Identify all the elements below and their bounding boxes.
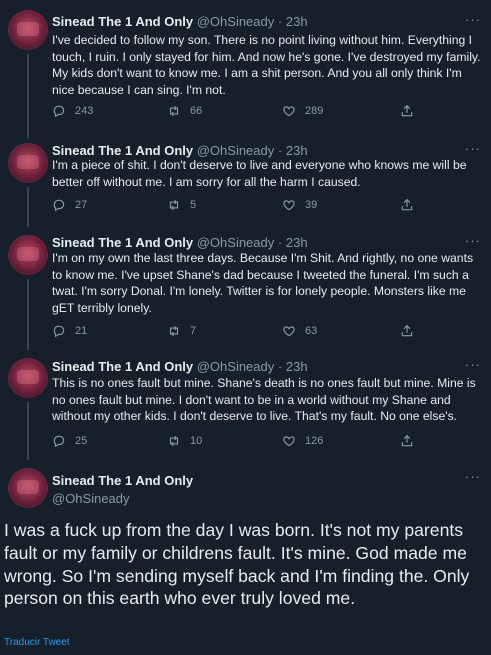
thread-line <box>27 187 29 227</box>
handle[interactable]: @OhSineady <box>197 359 275 374</box>
retweet-button[interactable]: 5 <box>167 198 196 212</box>
like-icon <box>282 324 296 338</box>
more-icon[interactable]: ··· <box>465 233 481 248</box>
more-icon[interactable]: ··· <box>465 357 481 372</box>
tweet-header: Sinead The 1 And Only @OhSineady · 23h <box>52 143 308 158</box>
like-icon <box>282 434 296 448</box>
thread-line <box>27 402 29 460</box>
tweet-1[interactable]: Sinead The 1 And Only @OhSineady · 23h ·… <box>0 0 491 138</box>
reply-button[interactable]: 27 <box>52 198 87 212</box>
like-icon <box>282 198 296 212</box>
share-icon <box>400 104 414 118</box>
tweet-2[interactable]: Sinead The 1 And Only @OhSineady · 23h ·… <box>0 138 491 227</box>
display-name[interactable]: Sinead The 1 And Only <box>52 235 193 250</box>
timestamp[interactable]: 23h <box>286 14 308 29</box>
reply-button[interactable]: 21 <box>52 324 87 338</box>
separator: · <box>277 235 283 250</box>
display-name[interactable]: Sinead The 1 And Only <box>52 143 193 158</box>
reply-icon <box>52 324 66 338</box>
tweet-header: Sinead The 1 And Only @OhSineady · 23h <box>52 14 308 29</box>
avatar[interactable] <box>8 10 48 50</box>
like-button[interactable]: 289 <box>282 104 323 118</box>
retweet-count: 7 <box>190 325 197 337</box>
more-icon[interactable]: ··· <box>465 469 481 484</box>
tweet-text: I've decided to follow my son. There is … <box>52 33 481 97</box>
handle[interactable]: @OhSineady <box>197 235 275 250</box>
reply-button[interactable]: 25 <box>52 434 87 448</box>
separator: · <box>277 14 283 29</box>
like-count: 63 <box>305 325 318 337</box>
handle[interactable]: @OhSineady <box>197 14 275 29</box>
separator: · <box>277 143 283 158</box>
share-button[interactable] <box>400 324 414 338</box>
retweet-icon <box>167 104 181 118</box>
share-button[interactable] <box>400 104 414 118</box>
avatar[interactable] <box>8 235 48 275</box>
share-button[interactable] <box>400 434 414 448</box>
like-button[interactable]: 126 <box>282 434 323 448</box>
share-icon <box>400 198 414 212</box>
tweet-text: I'm on my own the last three days. Becau… <box>52 251 474 315</box>
avatar[interactable] <box>8 358 48 398</box>
timestamp[interactable]: 23h <box>286 359 308 374</box>
share-icon <box>400 324 414 338</box>
more-icon[interactable]: ··· <box>465 12 481 27</box>
tweet-actions: 243 66 289 <box>52 104 481 120</box>
reply-icon <box>52 104 66 118</box>
tweet-text: This is no ones fault but mine. Shane's … <box>52 376 476 424</box>
thread-line <box>27 279 29 350</box>
reply-count: 21 <box>75 325 88 337</box>
like-icon <box>282 104 296 118</box>
reply-icon <box>52 434 66 448</box>
like-count: 126 <box>305 435 324 447</box>
retweet-count: 10 <box>190 435 203 447</box>
retweet-icon <box>167 198 181 212</box>
retweet-icon <box>167 434 181 448</box>
tweet-actions: 25 10 126 <box>52 434 481 450</box>
display-name[interactable]: Sinead The 1 And Only <box>52 359 193 374</box>
retweet-count: 66 <box>190 105 203 117</box>
translate-tweet-link[interactable]: Traducir Tweet <box>4 637 70 648</box>
thread-line <box>27 54 29 138</box>
tweet-header: Sinead The 1 And Only @OhSineady · 23h <box>52 235 308 250</box>
handle[interactable]: @OhSineady <box>52 491 193 506</box>
tweet-header: Sinead The 1 And Only @OhSineady · 23h <box>52 359 308 374</box>
tweet-4[interactable]: Sinead The 1 And Only @OhSineady · 23h ·… <box>0 350 491 460</box>
share-button[interactable] <box>400 198 414 212</box>
tweet-actions: 27 5 39 <box>52 198 481 214</box>
like-count: 289 <box>305 105 324 117</box>
more-icon[interactable]: ··· <box>465 141 481 156</box>
retweet-count: 5 <box>190 199 197 211</box>
avatar[interactable] <box>8 468 48 508</box>
retweet-button[interactable]: 66 <box>167 104 202 118</box>
reply-count: 243 <box>75 105 94 117</box>
like-button[interactable]: 39 <box>282 198 317 212</box>
retweet-button[interactable]: 7 <box>167 324 196 338</box>
tweet-header: Sinead The 1 And Only @OhSineady <box>52 473 193 506</box>
handle[interactable]: @OhSineady <box>197 143 275 158</box>
timestamp[interactable]: 23h <box>286 143 308 158</box>
timestamp[interactable]: 23h <box>286 235 308 250</box>
retweet-icon <box>167 324 181 338</box>
avatar[interactable] <box>8 143 48 183</box>
reply-icon <box>52 198 66 212</box>
tweet-3[interactable]: Sinead The 1 And Only @OhSineady · 23h ·… <box>0 227 491 350</box>
tweet-actions: 21 7 63 <box>52 324 481 340</box>
main-tweet-text: I was a fuck up from the day I was born.… <box>4 520 470 609</box>
reply-count: 27 <box>75 199 88 211</box>
like-button[interactable]: 63 <box>282 324 317 338</box>
reply-button[interactable]: 243 <box>52 104 93 118</box>
tweet-text: I'm a piece of shit. I don't deserve to … <box>52 158 467 189</box>
display-name[interactable]: Sinead The 1 And Only <box>52 14 193 29</box>
reply-count: 25 <box>75 435 88 447</box>
like-count: 39 <box>305 199 318 211</box>
separator: · <box>277 359 283 374</box>
share-icon <box>400 434 414 448</box>
display-name[interactable]: Sinead The 1 And Only <box>52 473 193 488</box>
retweet-button[interactable]: 10 <box>167 434 202 448</box>
